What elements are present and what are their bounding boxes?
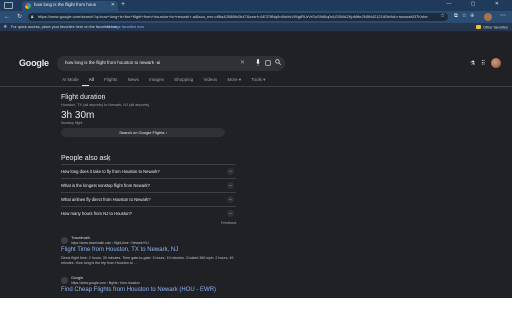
- profile-avatar[interactable]: [484, 13, 492, 21]
- chevron-down-icon[interactable]: ⌄: [227, 168, 234, 175]
- microphone-icon[interactable]: [256, 59, 260, 66]
- new-tab-button[interactable]: +: [121, 1, 125, 9]
- browser-toolbar: ← ↻ 🔒︎ https://www.google.com/search?q=h…: [0, 11, 512, 23]
- result-snippet: Direct flight time: 2 hours, 39 minutes.…: [61, 256, 234, 265]
- result-title[interactable]: Find Cheap Flights from Houston to Newar…: [61, 287, 216, 293]
- other-favorites[interactable]: Other favorites: [476, 25, 508, 30]
- search-icon[interactable]: [275, 59, 281, 65]
- favorites-prompt: For quick access, place your favorites h…: [11, 25, 118, 29]
- tab-google-search[interactable]: how long is the flight from hous ✕: [22, 1, 118, 11]
- result-title[interactable]: Flight Time from Houston, TX to Newark, …: [61, 247, 178, 253]
- address-bar[interactable]: 🔒︎ https://www.google.com/search?q=how+l…: [28, 13, 448, 21]
- search-tabs: AI Mode All Flights News Images Shopping…: [62, 77, 274, 83]
- paa-question[interactable]: What airlines fly direct from Houston to…: [61, 192, 236, 206]
- search-google-flights-button[interactable]: Search on Google Flights ›: [61, 128, 225, 137]
- clear-icon[interactable]: ✕: [240, 59, 245, 66]
- google-lens-icon[interactable]: [265, 59, 271, 66]
- people-also-ask-title: People also ask: [61, 155, 111, 162]
- settings-menu-icon[interactable]: ⋯: [500, 12, 506, 19]
- tab-more[interactable]: More ▾: [227, 77, 241, 82]
- feedback-link[interactable]: Feedback: [221, 221, 236, 225]
- paa-more-icon[interactable]: ⋮: [106, 155, 112, 162]
- account-avatar[interactable]: [491, 58, 501, 68]
- tab-title: how long is the flight from hous: [34, 2, 97, 7]
- chevron-down-icon[interactable]: ⌄: [227, 182, 234, 189]
- result-site-name[interactable]: Travelmath: [71, 236, 90, 240]
- labs-flask-icon[interactable]: ⚗: [470, 60, 475, 67]
- google-result-favicon-icon: [61, 277, 68, 284]
- travelmath-favicon-icon: [61, 237, 68, 244]
- address-bar-url[interactable]: https://www.google.com/search?q=how+long…: [38, 14, 428, 19]
- header-divider: [0, 86, 512, 87]
- lock-icon[interactable]: 🔒︎: [31, 14, 33, 19]
- search-input[interactable]: how long is the flight from houston to n…: [65, 60, 160, 65]
- google-favicon-icon: [25, 3, 31, 9]
- paa-question-text: What airlines fly direct from Houston to…: [61, 197, 151, 202]
- other-favorites-label: Other favorites: [483, 25, 508, 30]
- tab-strip: how long is the flight from hous ✕ + — ▢…: [0, 0, 512, 11]
- tab-all[interactable]: All: [89, 77, 94, 82]
- result-site-name[interactable]: Google: [71, 276, 83, 280]
- favorite-star-icon[interactable]: ☆: [440, 13, 445, 19]
- result-url[interactable]: https://www.travelmath.com › flight-time…: [71, 241, 149, 245]
- paa-question-text: What is the longest nonstop flight from …: [61, 183, 150, 188]
- flight-type: Nonstop flight: [61, 121, 83, 125]
- window-controls[interactable]: — ▢ ✕: [446, 1, 508, 7]
- result-url[interactable]: https://www.google.com › flights › from-…: [71, 281, 140, 285]
- more-options-icon[interactable]: ⋮: [100, 94, 106, 101]
- tab-videos[interactable]: Videos: [203, 77, 217, 82]
- flight-route: Houston, TX (all airports) to Newark, NJ…: [61, 103, 150, 107]
- tab-actions-icon[interactable]: [4, 2, 13, 9]
- tab-images[interactable]: Images: [149, 77, 164, 82]
- flight-duration-value: 3h 30m: [61, 110, 95, 121]
- refresh-icon[interactable]: ↻: [17, 13, 22, 21]
- folder-icon: [476, 25, 482, 29]
- chevron-down-icon[interactable]: ⌄: [227, 196, 234, 203]
- tab-news[interactable]: News: [128, 77, 139, 82]
- search-google-flights-label: Search on Google Flights ›: [119, 130, 167, 135]
- tab-ai-mode[interactable]: AI Mode: [62, 77, 79, 82]
- close-tab-icon[interactable]: ✕: [111, 2, 115, 8]
- flight-duration-title: Flight duration: [61, 94, 106, 101]
- search-box[interactable]: how long is the flight from houston to n…: [57, 56, 285, 71]
- paa-question-text: How many hours from NJ to Houston?: [61, 211, 132, 216]
- paa-question-text: How long does it take to fly from Housto…: [61, 169, 160, 174]
- tab-shopping[interactable]: Shopping: [174, 77, 193, 82]
- manage-favorites-link[interactable]: Manage favorites now: [107, 25, 144, 29]
- browser-window: how long is the flight from hous ✕ + — ▢…: [0, 0, 512, 298]
- paa-question[interactable]: How many hours from NJ to Houston? ⌄: [61, 206, 236, 220]
- toolbar-extension-icons[interactable]: ⧉☆⊕: [454, 13, 478, 20]
- chevron-down-icon[interactable]: ⌄: [227, 210, 234, 217]
- favorites-icon: ★: [3, 24, 8, 30]
- paa-question[interactable]: What is the longest nonstop flight from …: [61, 178, 236, 192]
- google-logo[interactable]: Google: [19, 58, 49, 68]
- tab-flights[interactable]: Flights: [104, 77, 117, 82]
- favorites-bar: ★ For quick access, place your favorites…: [0, 23, 512, 32]
- back-icon[interactable]: ←: [4, 13, 10, 21]
- apps-grid-icon[interactable]: ⠿: [481, 60, 485, 67]
- tab-tools[interactable]: Tools ▾: [251, 77, 265, 82]
- paa-question[interactable]: How long does it take to fly from Housto…: [61, 164, 236, 178]
